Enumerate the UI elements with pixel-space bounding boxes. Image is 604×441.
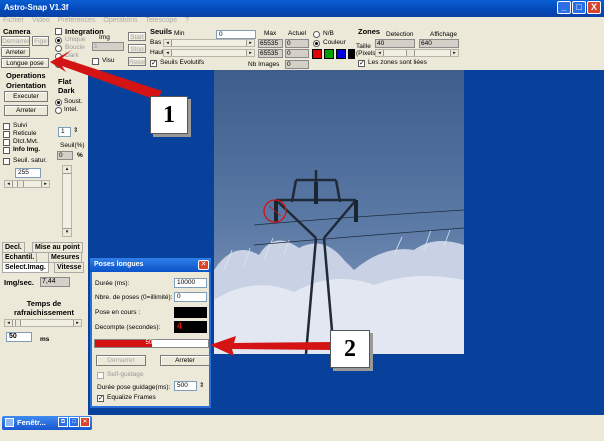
taskbar-window-title: Fenêtr...	[17, 418, 46, 427]
annotation-arrows	[50, 50, 332, 356]
callout-2: 2	[330, 330, 370, 368]
arrow-2	[210, 336, 332, 356]
callout-1: 1	[150, 96, 188, 134]
taskbar-maximize-icon[interactable]: □	[69, 417, 79, 427]
app-icon	[5, 418, 14, 427]
taskbar-close-icon[interactable]: ✕	[80, 417, 90, 427]
arrow-1	[50, 50, 162, 100]
taskbar-restore-icon[interactable]: ⧉	[58, 417, 68, 427]
taskbar-window-button[interactable]: Fenêtr... ⧉ □ ✕	[2, 416, 92, 430]
